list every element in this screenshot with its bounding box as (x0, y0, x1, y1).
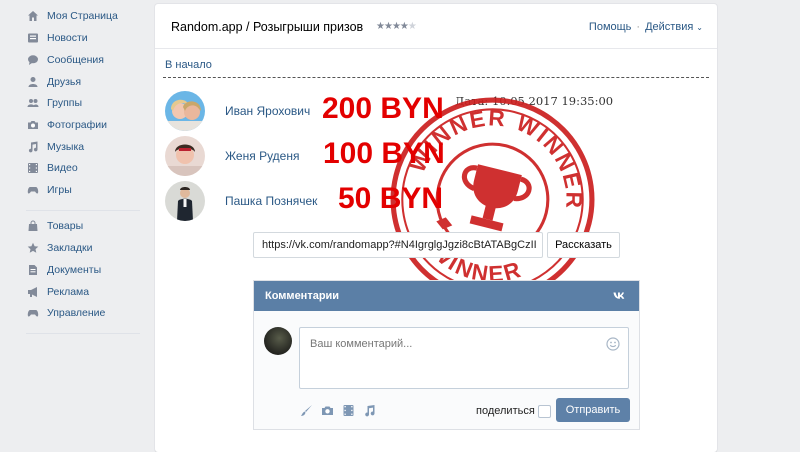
sidebar-item-messages[interactable]: Сообщения (26, 50, 104, 70)
winner-name-link[interactable]: Иван Ярохович (225, 104, 310, 118)
camera-icon (26, 118, 40, 132)
megaphone-icon (26, 285, 40, 299)
sidebar-item-label: Фотографии (47, 119, 108, 131)
share-checkbox-label: поделиться (476, 405, 535, 417)
sidebar-item-management[interactable]: Управление (26, 303, 105, 323)
share-checkbox[interactable] (538, 405, 551, 418)
sidebar-item-label: Музыка (47, 141, 85, 153)
comments-body: Ваш комментарий... поделиться Отправить (254, 311, 639, 429)
star-filled-icon: ★ (376, 21, 385, 32)
star-filled-icon: ★ (399, 21, 409, 32)
prize-amount: 50 BYN (338, 182, 444, 215)
comments-header: Комментарии (254, 281, 639, 311)
sidebar-item-label: Управление (47, 307, 106, 319)
sidebar-item-my-page[interactable]: Моя Страница (26, 6, 118, 26)
sidebar-item-label: Видео (47, 162, 78, 174)
sidebar-item-label: Группы (47, 97, 82, 109)
star-icon (26, 241, 40, 255)
sidebar-item-news[interactable]: Новости (26, 28, 88, 48)
video-icon[interactable] (342, 404, 355, 417)
winner-row: Женя Руденя 100 BYN (165, 136, 705, 178)
sidebar-item-documents[interactable]: Документы (26, 260, 101, 280)
document-icon (26, 263, 40, 277)
sidebar-item-friends[interactable]: Друзья (26, 72, 81, 92)
sidebar-item-photos[interactable]: Фотографии (26, 115, 107, 135)
friends-icon (26, 75, 40, 89)
groups-icon (26, 96, 40, 110)
app-card: Random.app / Розыгрыши призов ★★★★★ Помо… (155, 4, 717, 452)
chevron-down-icon: ⌄ (696, 22, 703, 32)
emoji-smile-icon[interactable] (606, 337, 620, 351)
shopping-bag-icon (26, 219, 40, 233)
sidebar-item-goods[interactable]: Товары (26, 216, 83, 236)
attachment-toolbar (300, 404, 376, 417)
star-filled-icon: ★ (383, 21, 393, 32)
winner-row: Пашка Познячек 50 BYN (165, 181, 705, 223)
comments-title: Комментарии (265, 290, 340, 302)
actions-menu[interactable]: Действия (645, 21, 693, 33)
winner-name-link[interactable]: Пашка Познячек (225, 194, 317, 208)
comment-textarea[interactable]: Ваш комментарий... (299, 327, 629, 389)
help-link[interactable]: Помощь (589, 21, 632, 33)
gamepad-icon (26, 306, 40, 320)
prize-amount: 200 BYN (322, 92, 444, 125)
video-icon (26, 161, 40, 175)
sidebar-item-label: Реклама (47, 286, 90, 298)
star-empty-icon: ★ (407, 21, 417, 32)
sidebar-divider (26, 333, 140, 334)
home-icon (26, 9, 40, 23)
rating-stars: ★★★★★ (376, 21, 417, 32)
send-button[interactable]: Отправить (556, 398, 630, 422)
header-actions: Помощь · Действия ⌄ (589, 21, 703, 33)
prize-amount: 100 BYN (323, 137, 445, 170)
page-title: Random.app / Розыгрыши призов (171, 20, 364, 34)
avatar[interactable] (165, 91, 205, 131)
sidebar-item-label: Сообщения (47, 54, 104, 66)
avatar[interactable] (165, 136, 205, 176)
sidebar-item-ads[interactable]: Реклама (26, 282, 89, 302)
avatar[interactable] (165, 181, 205, 221)
star-filled-icon: ★ (391, 21, 401, 32)
sidebar-item-label: Документы (47, 264, 102, 276)
share-button[interactable]: Рассказать (547, 232, 620, 258)
sidebar-item-label: Закладки (47, 242, 93, 254)
share-url-text: https://vk.com/randomapp?#N4IgrglgJgzi8c… (262, 239, 537, 251)
dashed-divider (163, 77, 709, 78)
news-icon (26, 31, 40, 45)
sidebar-item-label: Моя Страница (47, 10, 118, 22)
sidebar-item-label: Игры (47, 184, 72, 196)
sidebar-item-music[interactable]: Музыка (26, 137, 84, 157)
winner-name-link[interactable]: Женя Руденя (225, 149, 299, 163)
sidebar-item-games[interactable]: Игры (26, 180, 72, 200)
sidebar-item-label: Новости (47, 32, 88, 44)
sidebar-item-groups[interactable]: Группы (26, 93, 82, 113)
back-to-start-link[interactable]: В начало (165, 59, 212, 71)
sidebar-item-video[interactable]: Видео (26, 158, 78, 178)
sidebar-item-label: Товары (47, 220, 84, 232)
vk-logo-icon[interactable] (613, 290, 627, 302)
winner-row: Иван Ярохович 200 BYN (165, 91, 705, 133)
camera-icon[interactable] (321, 404, 334, 417)
separator-dot: · (636, 21, 641, 33)
music-icon (26, 140, 40, 154)
comments-widget: Комментарии Ваш комментарий... поделитьс… (253, 280, 640, 430)
messages-icon (26, 53, 40, 67)
share-url-field[interactable]: https://vk.com/randomapp?#N4IgrglgJgzi8c… (253, 232, 543, 258)
sidebar-item-bookmarks[interactable]: Закладки (26, 238, 92, 258)
sidebar-item-label: Друзья (47, 76, 82, 88)
gamepad-icon (26, 183, 40, 197)
sidebar-divider (26, 210, 140, 211)
avatar (264, 327, 292, 355)
music-icon[interactable] (363, 404, 376, 417)
graffiti-brush-icon[interactable] (300, 404, 313, 417)
comment-placeholder: Ваш комментарий... (310, 338, 413, 350)
card-header: Random.app / Розыгрыши призов ★★★★★ Помо… (155, 4, 717, 49)
